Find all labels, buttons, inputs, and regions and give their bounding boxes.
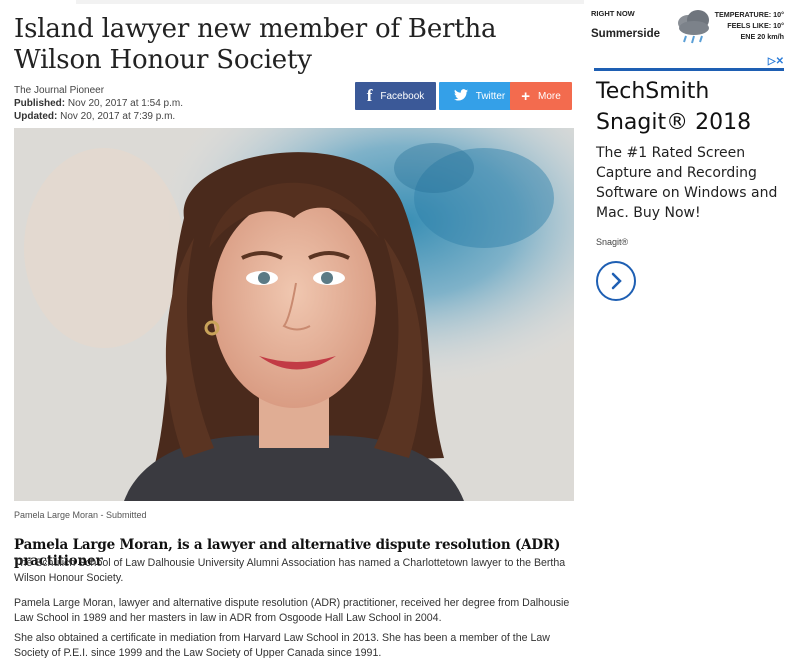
twitter-share-label: Twitter [475,90,506,102]
article-paragraph: Pamela Large Moran, lawyer and alternati… [14,597,570,624]
article-headline: Island lawyer new member of Bertha Wilso… [14,14,497,75]
published-line: Published: Nov 20, 2017 at 1:54 p.m. [14,97,183,110]
weather-wind: ENE 20 km/h [740,32,784,41]
article-meta: The Journal Pioneer Published: Nov 20, 2… [14,84,183,123]
portrait-illustration [14,128,574,501]
weather-temperature: TEMPERATURE: 10° [714,10,784,19]
ad-brand: Snagit® [596,237,629,247]
published-label: Published: [14,98,66,109]
ad-body: The #1 Rated Screen Capture and Recordin… [596,145,778,221]
photo-caption: Pamela Large Moran - Submitted [14,510,147,520]
ad-top-bar [594,68,784,71]
weather-feels-like: FEELS LIKE: 10° [727,21,784,30]
weather-city: Summerside [591,28,661,40]
facebook-share-label: Facebook [380,90,425,102]
weather-right-now-label: RIGHT NOW [591,9,635,18]
sidebar-ad[interactable]: ▷✕ TechSmith Snagit® 2018 The #1 Rated S… [594,56,784,316]
rain-cloud-icon [674,8,714,48]
twitter-share-button[interactable]: Twitter [439,82,520,110]
ad-title: TechSmith Snagit® 2018 [596,76,751,138]
updated-line: Updated: Nov 20, 2017 at 7:39 p.m. [14,110,183,123]
ad-title-line: TechSmith [596,79,710,104]
published-date: Nov 20, 2017 at 1:54 p.m. [67,98,183,109]
updated-label: Updated: [14,111,58,122]
article: Island lawyer new member of Bertha Wilso… [14,14,574,658]
more-share-label: More [537,90,561,102]
twitter-icon [453,88,468,104]
weather-widget[interactable]: RIGHT NOW Summerside TEMPERATURE: 10° FE… [590,6,790,48]
more-share-button[interactable]: + More [510,82,572,110]
ad-arrow-button[interactable] [596,261,636,301]
article-paragraph: The Schulich School of Law Dalhousie Uni… [14,557,566,584]
updated-date: Nov 20, 2017 at 7:39 p.m. [60,111,176,122]
article-source: The Journal Pioneer [14,85,105,96]
weather-stats: TEMPERATURE: 10° FEELS LIKE: 10° ENE 20 … [715,9,784,42]
article-paragraph: She also obtained a certificate in media… [14,632,550,658]
chevron-right-icon [611,272,622,290]
facebook-share-button[interactable]: f Facebook [355,82,436,110]
facebook-icon: f [366,86,373,105]
article-photo [14,128,574,501]
top-divider [76,0,584,4]
plus-icon: + [521,87,530,105]
ad-choices-icon[interactable]: ▷✕ [768,56,784,67]
ad-title-line: Snagit® 2018 [596,110,752,135]
